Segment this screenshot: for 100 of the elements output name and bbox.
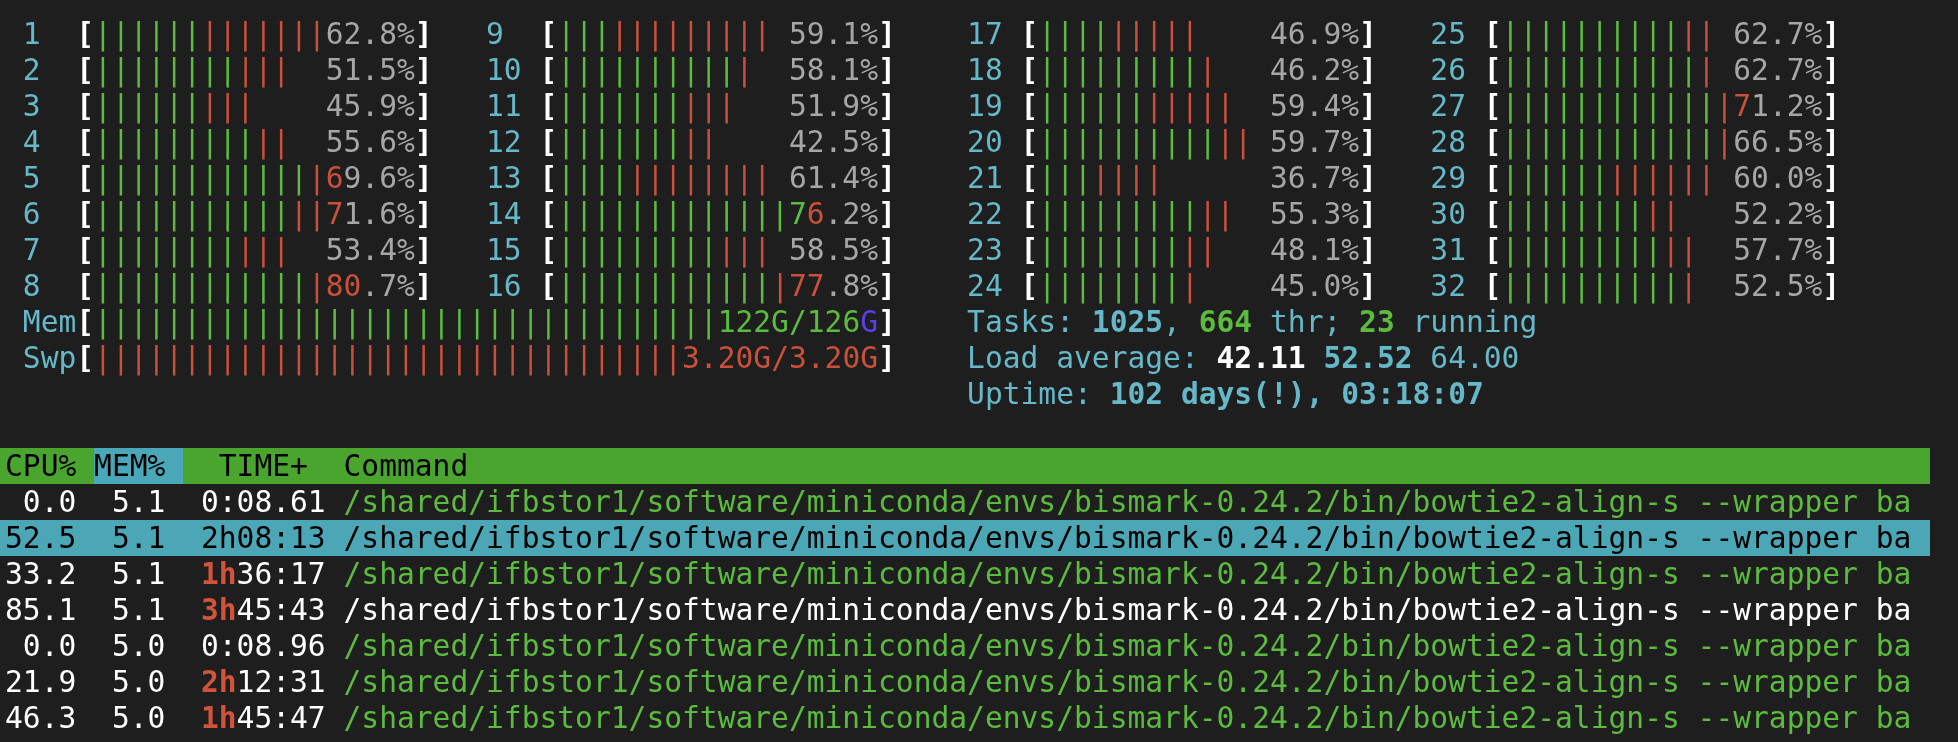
cpu-label: 2: [22, 52, 42, 88]
cpu-reading: 59.7%: [1269, 124, 1360, 160]
process-row[interactable]: 0.0 5.1 0:08.61 /shared/ifbstor1/software/miniconda/envs/bismark-0.24.2/bin/bowtie2-align-s --wrapper ba: [0, 484, 1930, 520]
process-row[interactable]: 46.3 5.0 1h45:47 /shared/ifbstor1/software/miniconda/envs/bismark-0.24.2/bin/bowtie2-align-s --wrapper ba: [0, 700, 1930, 736]
bracket: [: [1483, 268, 1502, 304]
usage-ticks-text: |: [735, 52, 754, 88]
cpu-label: 10: [486, 52, 523, 88]
cpu-label: 20: [967, 124, 1004, 160]
process-row[interactable]: 85.1 5.1 3h45:43 /shared/ifbstor1/software/miniconda/envs/bismark-0.24.2/bin/bowtie2-align-s --wrapper ba: [0, 592, 1930, 628]
usage-ticks-text: |||||||||: [1038, 52, 1199, 88]
cpu-label: 6: [22, 196, 42, 232]
column-header[interactable]: Command: [343, 448, 1930, 484]
process-row[interactable]: 52.5 5.1 2h08:13 /shared/ifbstor1/software/miniconda/envs/bismark-0.24.2/bin/bowtie2-align-s --wrapper ba: [0, 520, 1930, 556]
bracket: [: [76, 160, 95, 196]
usage-ticks-text: |||||||||: [610, 16, 772, 52]
cpu-reading: 69.6%: [325, 160, 415, 196]
cpu-label: 22: [967, 196, 1004, 232]
usage-ticks-text: |||||||: [201, 16, 326, 52]
process-row[interactable]: 33.2 5.1 1h36:17 /shared/ifbstor1/software/miniconda/envs/bismark-0.24.2/bin/bowtie2-align-s --wrapper ba: [0, 556, 1930, 592]
cpu-reading: 58.5%: [788, 232, 878, 268]
bracket: ]: [414, 196, 433, 232]
bracket: ]: [878, 340, 896, 376]
cpu-reading: 80.7%: [325, 268, 415, 304]
usage-ticks-text: ||: [290, 196, 326, 232]
cpu-reading: 60.0%: [1733, 160, 1823, 196]
bracket: [: [1483, 232, 1502, 268]
bracket: [: [1020, 160, 1039, 196]
bracket: ]: [414, 232, 433, 268]
cpu-label: 7: [22, 232, 42, 268]
table-cell-text: 33.2: [5, 556, 78, 592]
cpu-label: 4: [22, 124, 42, 160]
bracket: ]: [1822, 124, 1841, 160]
bracket: ]: [1359, 88, 1377, 124]
usage-ticks-text: |: [771, 268, 789, 304]
bracket: [: [539, 88, 558, 124]
cpu-reading: 55.6%: [325, 124, 415, 160]
cpu-reading: 59.4%: [1269, 88, 1360, 124]
column-header[interactable]: MEM%: [94, 448, 184, 484]
bracket: ]: [1359, 124, 1377, 160]
usage-ticks-text: |||: [201, 88, 255, 124]
bracket: ]: [1822, 268, 1841, 304]
bracket: ]: [1822, 16, 1841, 52]
usage-ticks-text: ||||||: [1501, 160, 1609, 196]
cpu-reading: 45.9%: [325, 88, 415, 124]
cpu-label: 14: [486, 196, 523, 232]
bracket: ]: [1359, 160, 1377, 196]
column-header[interactable]: CPU%: [5, 448, 95, 484]
process-row[interactable]: 0.0 5.0 0:08.96 /shared/ifbstor1/software/miniconda/envs/bismark-0.24.2/bin/bowtie2-align-s --wrapper ba: [0, 628, 1930, 664]
bracket: [: [1020, 196, 1039, 232]
cpu-reading: 71.6%: [325, 196, 415, 232]
cpu-label: 3: [22, 88, 42, 124]
bracket: [: [1483, 124, 1502, 160]
table-cell-text: 0.0: [21, 484, 78, 520]
table-cell-text: 2h12:31: [199, 664, 327, 700]
usage-ticks-text: |: [307, 160, 326, 196]
cpu-reading: 52.5%: [1733, 268, 1823, 304]
cpu-label: 26: [1430, 52, 1467, 88]
bracket: [: [76, 268, 95, 304]
table-cell-text: 5.1: [110, 592, 167, 628]
bracket: ]: [878, 160, 896, 196]
cpu-reading: 76.2%: [788, 196, 879, 232]
cpu-reading: 46.2%: [1269, 52, 1360, 88]
usage-ticks-text: |||: [682, 88, 736, 124]
process-row[interactable]: 21.9 5.0 2h12:31 /shared/ifbstor1/software/miniconda/envs/bismark-0.24.2/bin/bowtie2-align-s --wrapper ba: [0, 664, 1930, 700]
cpu-label: 11: [486, 88, 523, 124]
column-header[interactable]: TIME+: [183, 448, 344, 484]
cpu-reading: 59.1%: [788, 16, 878, 52]
table-cell-text: 0:08.96: [199, 628, 327, 664]
cpu-reading: 42.5%: [788, 124, 878, 160]
cpu-label: 31: [1430, 232, 1467, 268]
table-cell: /shared/ifbstor1/software/miniconda/envs/bismark-0.24.2/bin/bowtie2-align-s --wrapper ba: [343, 556, 1912, 592]
cpu-reading: 55.3%: [1269, 196, 1360, 232]
usage-ticks-text: |: [1715, 88, 1734, 124]
usage-ticks-text: ||||||||||: [1501, 16, 1680, 52]
cpu-label: 27: [1430, 88, 1467, 124]
bracket: [: [76, 232, 95, 268]
usage-ticks-text: |||: [236, 232, 291, 268]
bracket: [: [539, 268, 558, 304]
bracket: ]: [1822, 88, 1841, 124]
usage-ticks-text: ||||: [557, 160, 629, 196]
table-cell: /shared/ifbstor1/software/miniconda/envs/bismark-0.24.2/bin/bowtie2-align-s --wrapper ba: [343, 628, 1912, 664]
cpu-label: 24: [967, 268, 1004, 304]
table-cell-text: 46.3: [5, 700, 78, 736]
bracket: [: [1483, 16, 1502, 52]
bracket: [: [539, 124, 558, 160]
table-cell-text: 5.1: [110, 556, 167, 592]
bracket: ]: [1822, 52, 1841, 88]
cpu-reading: 66.5%: [1733, 124, 1823, 160]
usage-ticks-text: |||||||: [557, 88, 683, 124]
bracket: ]: [878, 304, 896, 340]
memory-reading: 122G/126G: [717, 304, 879, 340]
bracket: ]: [414, 268, 433, 304]
bracket: ]: [414, 88, 433, 124]
cpu-reading: 51.9%: [788, 88, 878, 124]
bracket: [: [1020, 16, 1039, 52]
usage-ticks-text: |||: [236, 52, 291, 88]
bracket: [: [539, 232, 558, 268]
bracket: [: [76, 16, 95, 52]
cpu-label: 1: [22, 16, 42, 52]
bracket: [: [1483, 88, 1502, 124]
